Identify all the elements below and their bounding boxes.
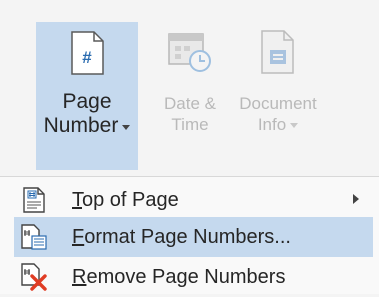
page-number-icon: #: [70, 31, 104, 80]
page-number-label-line1: Page: [62, 90, 112, 113]
document-info-icon: [260, 30, 296, 79]
chevron-down-icon: [290, 123, 299, 128]
menu-item-remove-page-numbers[interactable]: Remove Page Numbers: [14, 257, 373, 297]
page-number-label-line2: Number: [44, 114, 131, 138]
page-number-dropdown-menu: Top of Page Format Page Numbers... Remov…: [0, 176, 379, 294]
date-time-label-line2: Time: [171, 115, 209, 134]
document-info-label-text: Info: [257, 115, 287, 134]
page-number-label-text: Number: [43, 114, 119, 137]
menu-item-text: op of Page: [82, 188, 179, 211]
document-info-button[interactable]: Document Info: [234, 22, 322, 170]
menu-item-label: Top of Page: [72, 189, 179, 212]
menu-item-top-of-page[interactable]: Top of Page: [14, 180, 373, 220]
page-top-icon: [20, 186, 48, 214]
accelerator-key: F: [72, 225, 85, 248]
ribbon-group: # Page Number Date & Time Document Info: [0, 0, 379, 176]
calendar-clock-icon: [167, 30, 213, 79]
menu-item-text: emove Page Numbers: [86, 265, 286, 288]
document-info-label-line1: Document: [239, 94, 317, 113]
menu-item-label: Remove Page Numbers: [72, 266, 285, 289]
menu-item-text: ormat Page Numbers...: [84, 225, 291, 248]
remove-page-numbers-icon: [20, 263, 48, 291]
accelerator-key: R: [72, 265, 87, 288]
chevron-down-icon: [122, 124, 131, 130]
date-time-label-line1: Date &: [164, 94, 216, 113]
accelerator-key: T: [72, 188, 82, 211]
menu-item-label: Format Page Numbers...: [72, 226, 291, 249]
document-info-label-line2: Info: [257, 114, 299, 135]
format-page-numbers-icon: [20, 223, 48, 251]
date-time-button[interactable]: Date & Time: [150, 22, 230, 170]
chevron-right-icon: [353, 194, 359, 204]
page-number-glyph: #: [82, 48, 92, 67]
page-number-button[interactable]: # Page Number: [36, 22, 138, 170]
menu-item-format-page-numbers[interactable]: Format Page Numbers...: [14, 217, 373, 257]
